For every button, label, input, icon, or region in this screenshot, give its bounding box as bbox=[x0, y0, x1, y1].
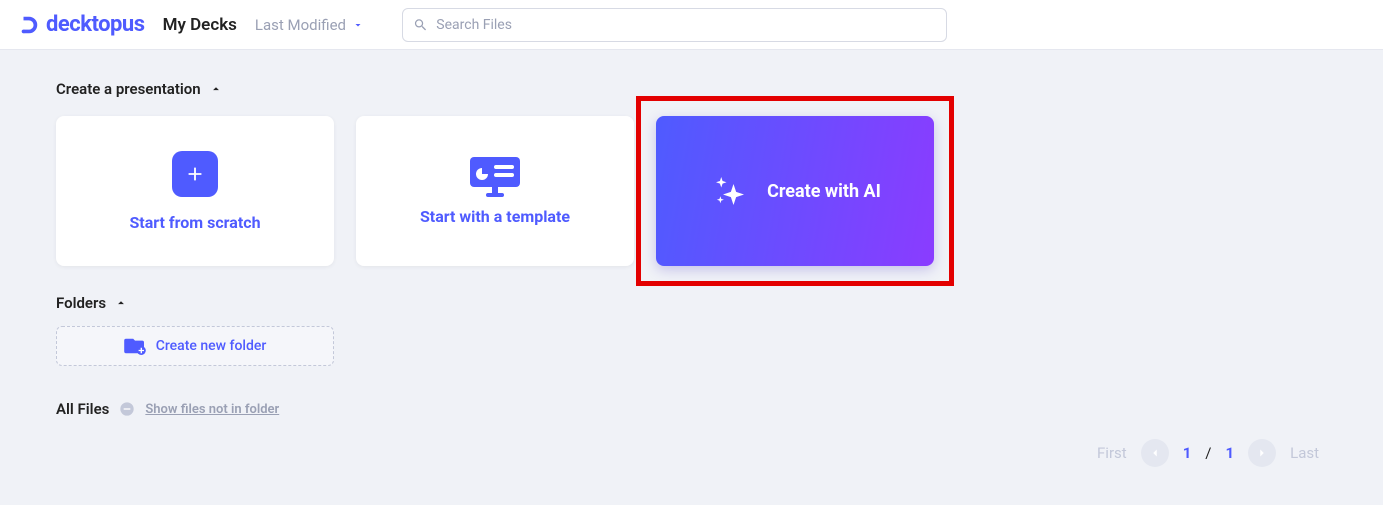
page-body: Create a presentation Start from scratch… bbox=[0, 50, 1383, 448]
ai-card-highlight-wrap: Create with AI bbox=[656, 116, 934, 266]
create-with-ai-card[interactable]: Create with AI bbox=[656, 116, 934, 266]
pagination: First 1 / 1 Last bbox=[1097, 439, 1319, 467]
chevron-right-icon bbox=[1255, 446, 1269, 460]
pager-last[interactable]: Last bbox=[1290, 444, 1319, 462]
pager-total: 1 bbox=[1226, 444, 1235, 462]
folders-section-title: Folders bbox=[56, 294, 106, 312]
new-folder-label: Create new folder bbox=[156, 338, 267, 354]
template-icon bbox=[470, 157, 520, 191]
folders-section-toggle[interactable]: Folders bbox=[56, 294, 1327, 312]
chevron-left-icon bbox=[1148, 446, 1162, 460]
chevron-up-icon bbox=[114, 296, 128, 310]
brand-logo[interactable]: decktopus bbox=[18, 12, 145, 37]
start-from-scratch-card[interactable]: Start from scratch bbox=[56, 116, 334, 266]
pager-next-button[interactable] bbox=[1248, 439, 1276, 467]
chevron-down-icon bbox=[352, 19, 364, 31]
create-section-title: Create a presentation bbox=[56, 80, 201, 98]
all-files-row: All Files Show files not in folder bbox=[56, 400, 1327, 418]
pager-first[interactable]: First bbox=[1097, 444, 1127, 462]
minus-circle-icon bbox=[119, 401, 135, 417]
chevron-up-icon bbox=[209, 82, 223, 96]
sort-label: Last Modified bbox=[255, 16, 346, 34]
topbar: decktopus My Decks Last Modified bbox=[0, 0, 1383, 50]
page-title: My Decks bbox=[163, 15, 237, 35]
search-icon bbox=[413, 17, 428, 33]
pager-slash: / bbox=[1205, 444, 1211, 462]
sparkle-icon bbox=[709, 170, 751, 212]
scratch-label: Start from scratch bbox=[129, 213, 260, 232]
pager-prev-button[interactable] bbox=[1141, 439, 1169, 467]
template-label: Start with a template bbox=[420, 207, 570, 226]
brand-name: decktopus bbox=[46, 12, 145, 37]
create-cards-row: Start from scratch Start with a template bbox=[56, 116, 1327, 266]
search-field[interactable] bbox=[402, 8, 947, 42]
create-new-folder-button[interactable]: Create new folder bbox=[56, 326, 334, 366]
plus-icon bbox=[172, 151, 218, 197]
sort-dropdown[interactable]: Last Modified bbox=[255, 16, 364, 34]
show-files-not-in-folder-link[interactable]: Show files not in folder bbox=[145, 402, 279, 417]
search-input[interactable] bbox=[436, 17, 936, 33]
folder-plus-icon bbox=[124, 337, 146, 355]
ai-label: Create with AI bbox=[767, 181, 881, 202]
start-with-template-card[interactable]: Start with a template bbox=[356, 116, 634, 266]
create-section-toggle[interactable]: Create a presentation bbox=[56, 80, 1327, 98]
all-files-label: All Files bbox=[56, 400, 109, 418]
decktopus-mark-icon bbox=[18, 14, 40, 36]
pager-current: 1 bbox=[1183, 444, 1192, 462]
